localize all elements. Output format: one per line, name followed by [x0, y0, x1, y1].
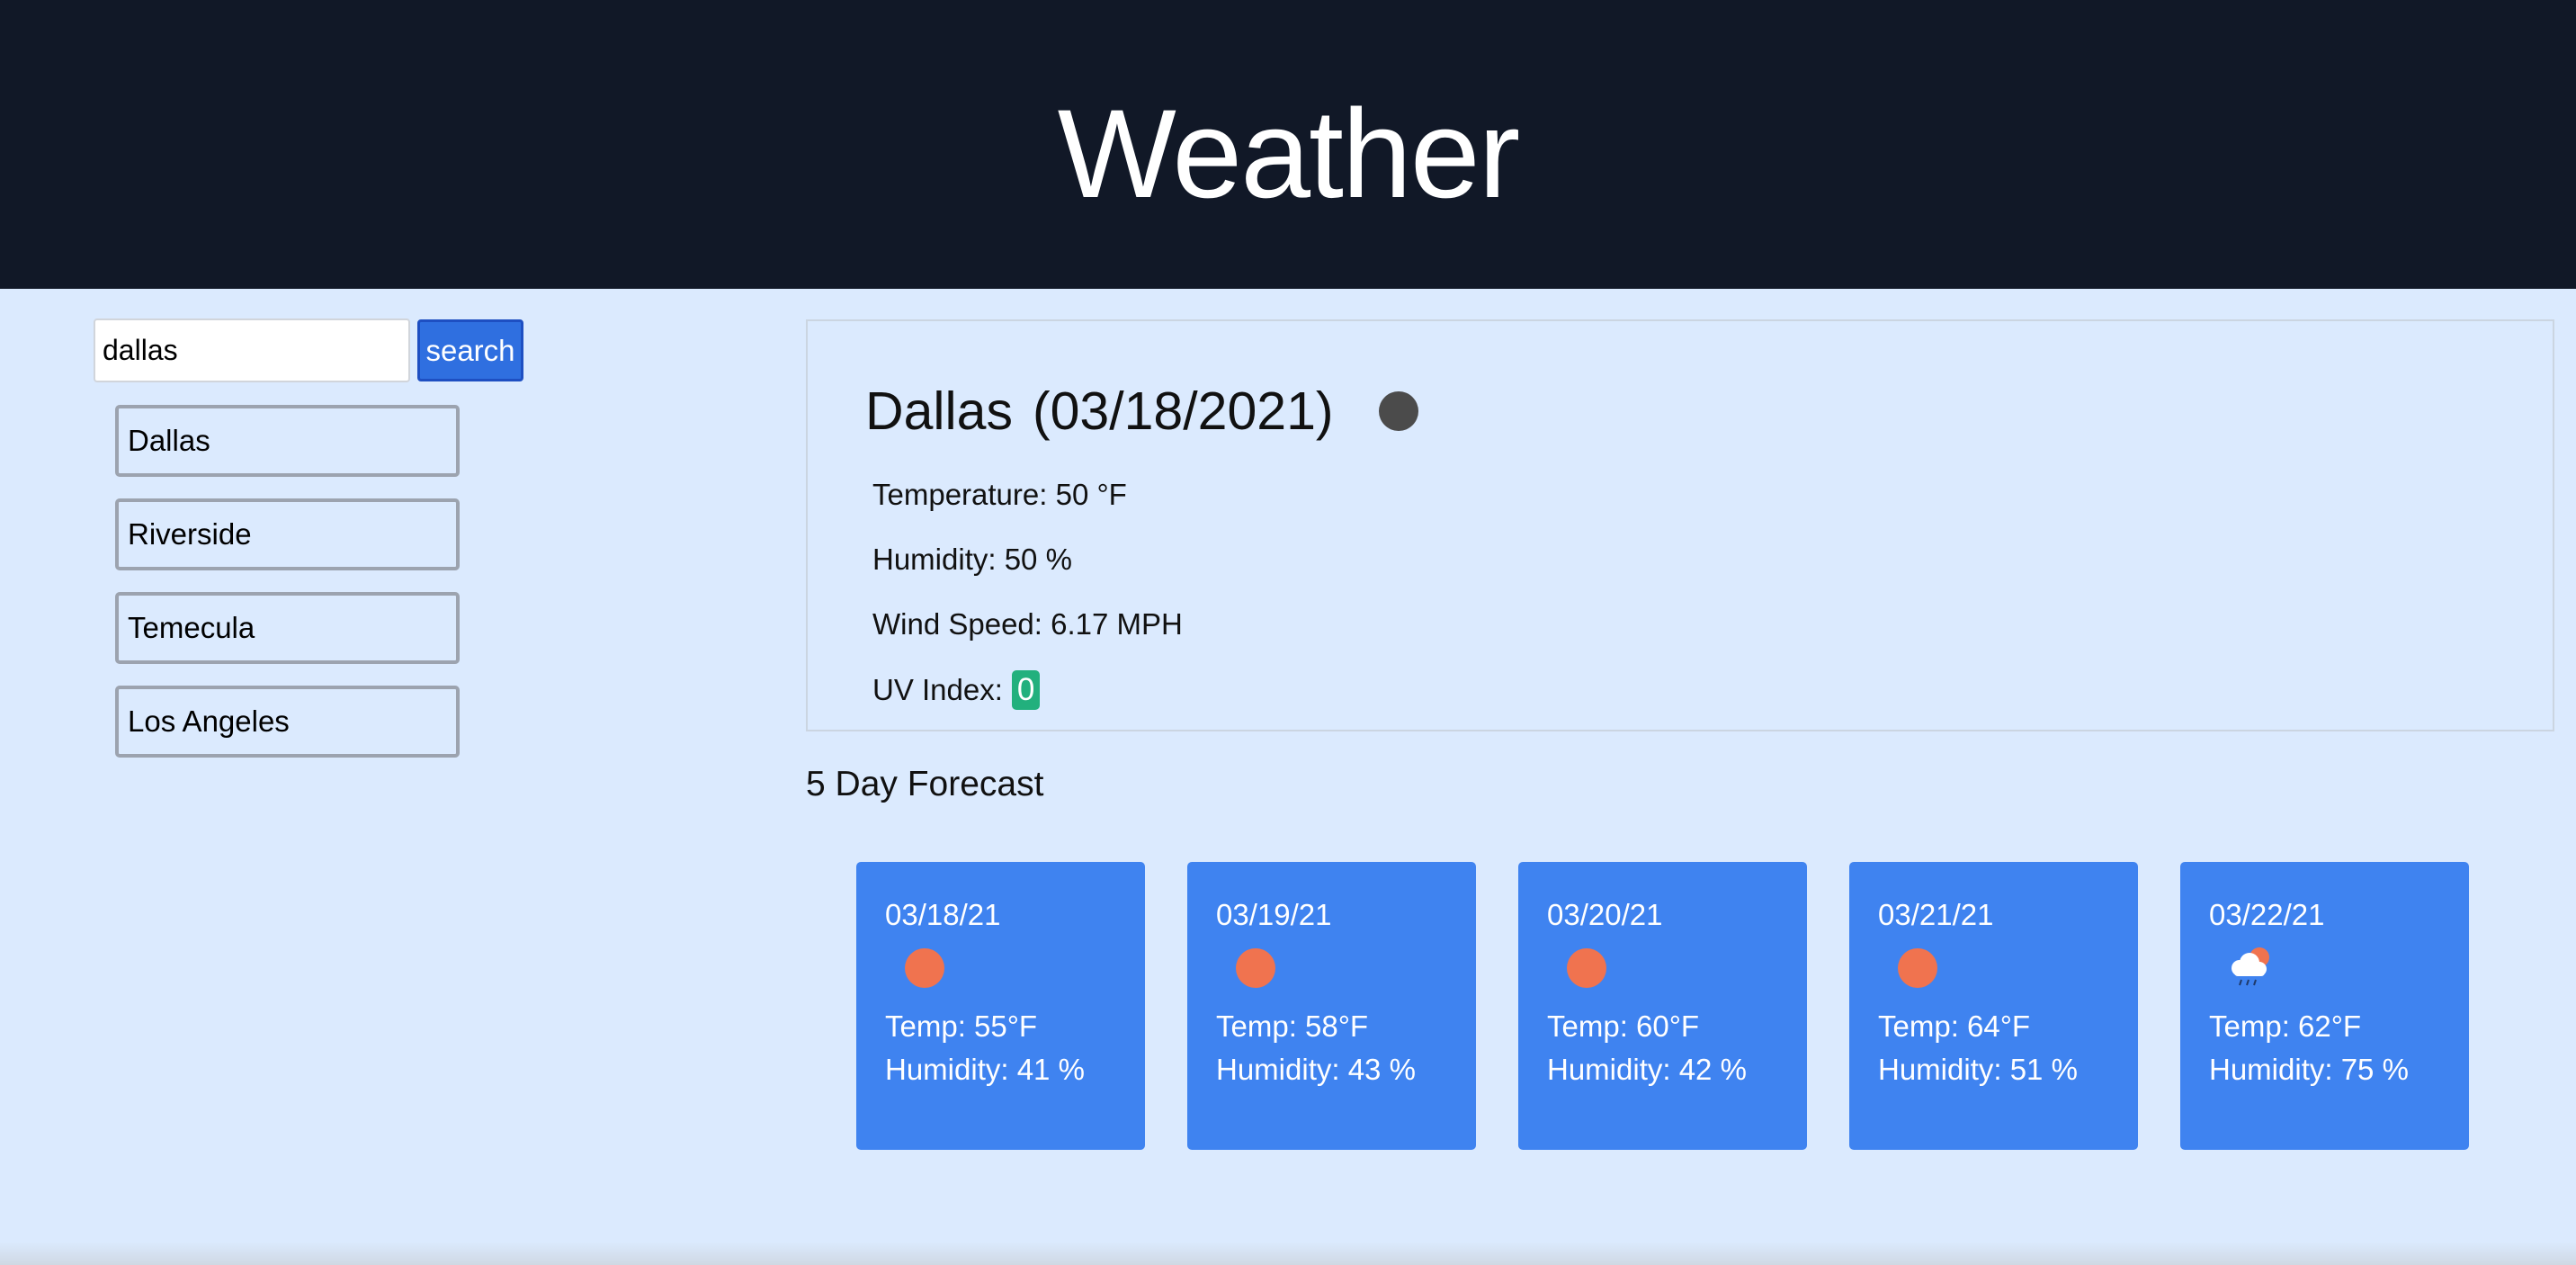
current-temperature: Temperature: 50 °F	[872, 478, 1127, 511]
history-button-los-angeles[interactable]: Los Angeles	[115, 686, 460, 758]
page-bottom-edge	[0, 1242, 2576, 1265]
forecast-humidity: Humidity: 75 %	[2209, 1053, 2409, 1086]
forecast-humidity: Humidity: 51 %	[1878, 1053, 2078, 1086]
forecast-humidity: Humidity: 41 %	[885, 1053, 1085, 1086]
current-city: Dallas	[865, 381, 1013, 441]
history-button-dallas[interactable]: Dallas	[115, 405, 460, 477]
current-weather-title: Dallas (03/18/2021)	[865, 381, 1418, 442]
uv-index-label: UV Index:	[872, 673, 1003, 706]
weather-condition-icon	[1378, 391, 1418, 431]
sun-icon	[905, 948, 944, 988]
forecast-title: 5 Day Forecast	[806, 765, 1044, 803]
current-wind-speed: Wind Speed: 6.17 MPH	[872, 607, 1183, 641]
forecast-card: 03/18/21 Temp: 55°F Humidity: 41 %	[856, 862, 1145, 1150]
forecast-humidity: Humidity: 43 %	[1216, 1053, 1416, 1086]
page-header: Weather	[0, 0, 2576, 289]
forecast-temp: Temp: 58°F	[1216, 1009, 1369, 1043]
search-input[interactable]	[94, 318, 410, 382]
forecast-card: 03/21/21 Temp: 64°F Humidity: 51 %	[1849, 862, 2138, 1150]
sun-icon	[1236, 948, 1275, 988]
forecast-temp: Temp: 64°F	[1878, 1009, 2031, 1043]
history-button-temecula[interactable]: Temecula	[115, 592, 460, 664]
forecast-humidity: Humidity: 42 %	[1547, 1053, 1747, 1086]
current-date: (03/18/2021)	[1032, 381, 1334, 441]
forecast-date: 03/20/21	[1547, 898, 1663, 931]
current-uv-index: UV Index: 0	[872, 670, 1041, 710]
sun-icon	[1567, 948, 1606, 988]
current-weather-panel: Dallas (03/18/2021) Temperature: 50 °F H…	[806, 319, 2554, 731]
forecast-date: 03/22/21	[2209, 898, 2325, 931]
forecast-date: 03/21/21	[1878, 898, 1994, 931]
forecast-temp: Temp: 62°F	[2209, 1009, 2362, 1043]
page-title: Weather	[1057, 82, 1521, 224]
rain-cloud-icon	[2232, 947, 2269, 986]
forecast-temp: Temp: 55°F	[885, 1009, 1038, 1043]
history-button-riverside[interactable]: Riverside	[115, 498, 460, 570]
uv-index-badge: 0	[1011, 670, 1041, 710]
forecast-card: 03/19/21 Temp: 58°F Humidity: 43 %	[1187, 862, 1476, 1150]
sun-icon	[1898, 948, 1937, 988]
forecast-temp: Temp: 60°F	[1547, 1009, 1700, 1043]
forecast-card: 03/22/21 Temp: 62°F Humidity: 75 %	[2180, 862, 2469, 1150]
search-button[interactable]: search	[417, 319, 523, 381]
forecast-card: 03/20/21 Temp: 60°F Humidity: 42 %	[1518, 862, 1807, 1150]
forecast-date: 03/18/21	[885, 898, 1001, 931]
current-humidity: Humidity: 50 %	[872, 543, 1072, 576]
search-history-list: Dallas Riverside Temecula Los Angeles	[115, 405, 460, 779]
forecast-date: 03/19/21	[1216, 898, 1332, 931]
